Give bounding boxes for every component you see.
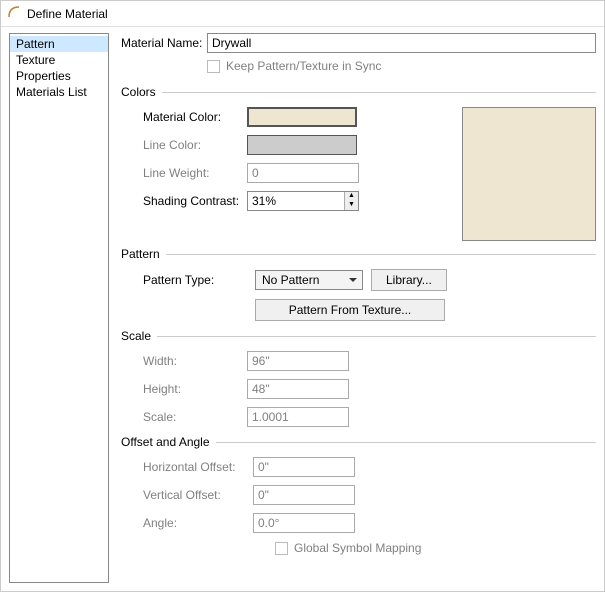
- line-color-label: Line Color:: [143, 138, 247, 152]
- offset-group-title: Offset and Angle: [121, 435, 596, 449]
- material-color-label: Material Color:: [143, 110, 247, 124]
- define-material-window: Define Material Pattern Texture Properti…: [0, 0, 605, 592]
- material-name-label: Material Name:: [121, 36, 207, 50]
- sidebar-item-pattern[interactable]: Pattern: [10, 36, 108, 52]
- sidebar: Pattern Texture Properties Materials Lis…: [9, 33, 109, 583]
- library-button[interactable]: Library...: [371, 269, 447, 291]
- line-color-swatch[interactable]: [247, 135, 357, 155]
- sidebar-item-texture[interactable]: Texture: [10, 52, 108, 68]
- v-offset-label: Vertical Offset:: [143, 488, 253, 502]
- height-input: [247, 379, 349, 399]
- pattern-type-label: Pattern Type:: [143, 273, 247, 287]
- sidebar-item-materials-list[interactable]: Materials List: [10, 84, 108, 100]
- sidebar-item-properties[interactable]: Properties: [10, 68, 108, 84]
- titlebar: Define Material: [1, 1, 604, 27]
- scale-group-title: Scale: [121, 329, 596, 343]
- width-input: [247, 351, 349, 371]
- app-icon: [7, 5, 21, 22]
- shading-contrast-input[interactable]: [247, 191, 359, 211]
- v-offset-input: [253, 485, 355, 505]
- material-color-swatch[interactable]: [247, 107, 357, 127]
- material-preview: [462, 107, 596, 241]
- angle-input: [253, 513, 355, 533]
- scale-input: [247, 407, 349, 427]
- pattern-from-texture-button[interactable]: Pattern From Texture...: [255, 299, 445, 321]
- spinner-up-icon[interactable]: ▲: [345, 192, 358, 201]
- global-symbol-checkbox[interactable]: [275, 542, 288, 555]
- width-label: Width:: [143, 354, 247, 368]
- material-name-input[interactable]: [207, 33, 596, 53]
- line-weight-input: [247, 163, 359, 183]
- h-offset-label: Horizontal Offset:: [143, 460, 253, 474]
- pattern-type-select[interactable]: No Pattern: [255, 270, 363, 290]
- scale-label: Scale:: [143, 410, 247, 424]
- colors-group-title: Colors: [121, 85, 596, 99]
- keep-sync-checkbox[interactable]: [207, 60, 220, 73]
- window-title: Define Material: [27, 7, 108, 21]
- shading-contrast-label: Shading Contrast:: [143, 194, 247, 208]
- angle-label: Angle:: [143, 516, 253, 530]
- pattern-group-title: Pattern: [121, 247, 596, 261]
- main-panel: Material Name: Keep Pattern/Texture in S…: [109, 33, 596, 583]
- h-offset-input: [253, 457, 355, 477]
- keep-sync-label: Keep Pattern/Texture in Sync: [226, 59, 381, 73]
- spinner-down-icon[interactable]: ▼: [345, 201, 358, 210]
- global-symbol-label: Global Symbol Mapping: [294, 541, 421, 555]
- height-label: Height:: [143, 382, 247, 396]
- line-weight-label: Line Weight:: [143, 166, 247, 180]
